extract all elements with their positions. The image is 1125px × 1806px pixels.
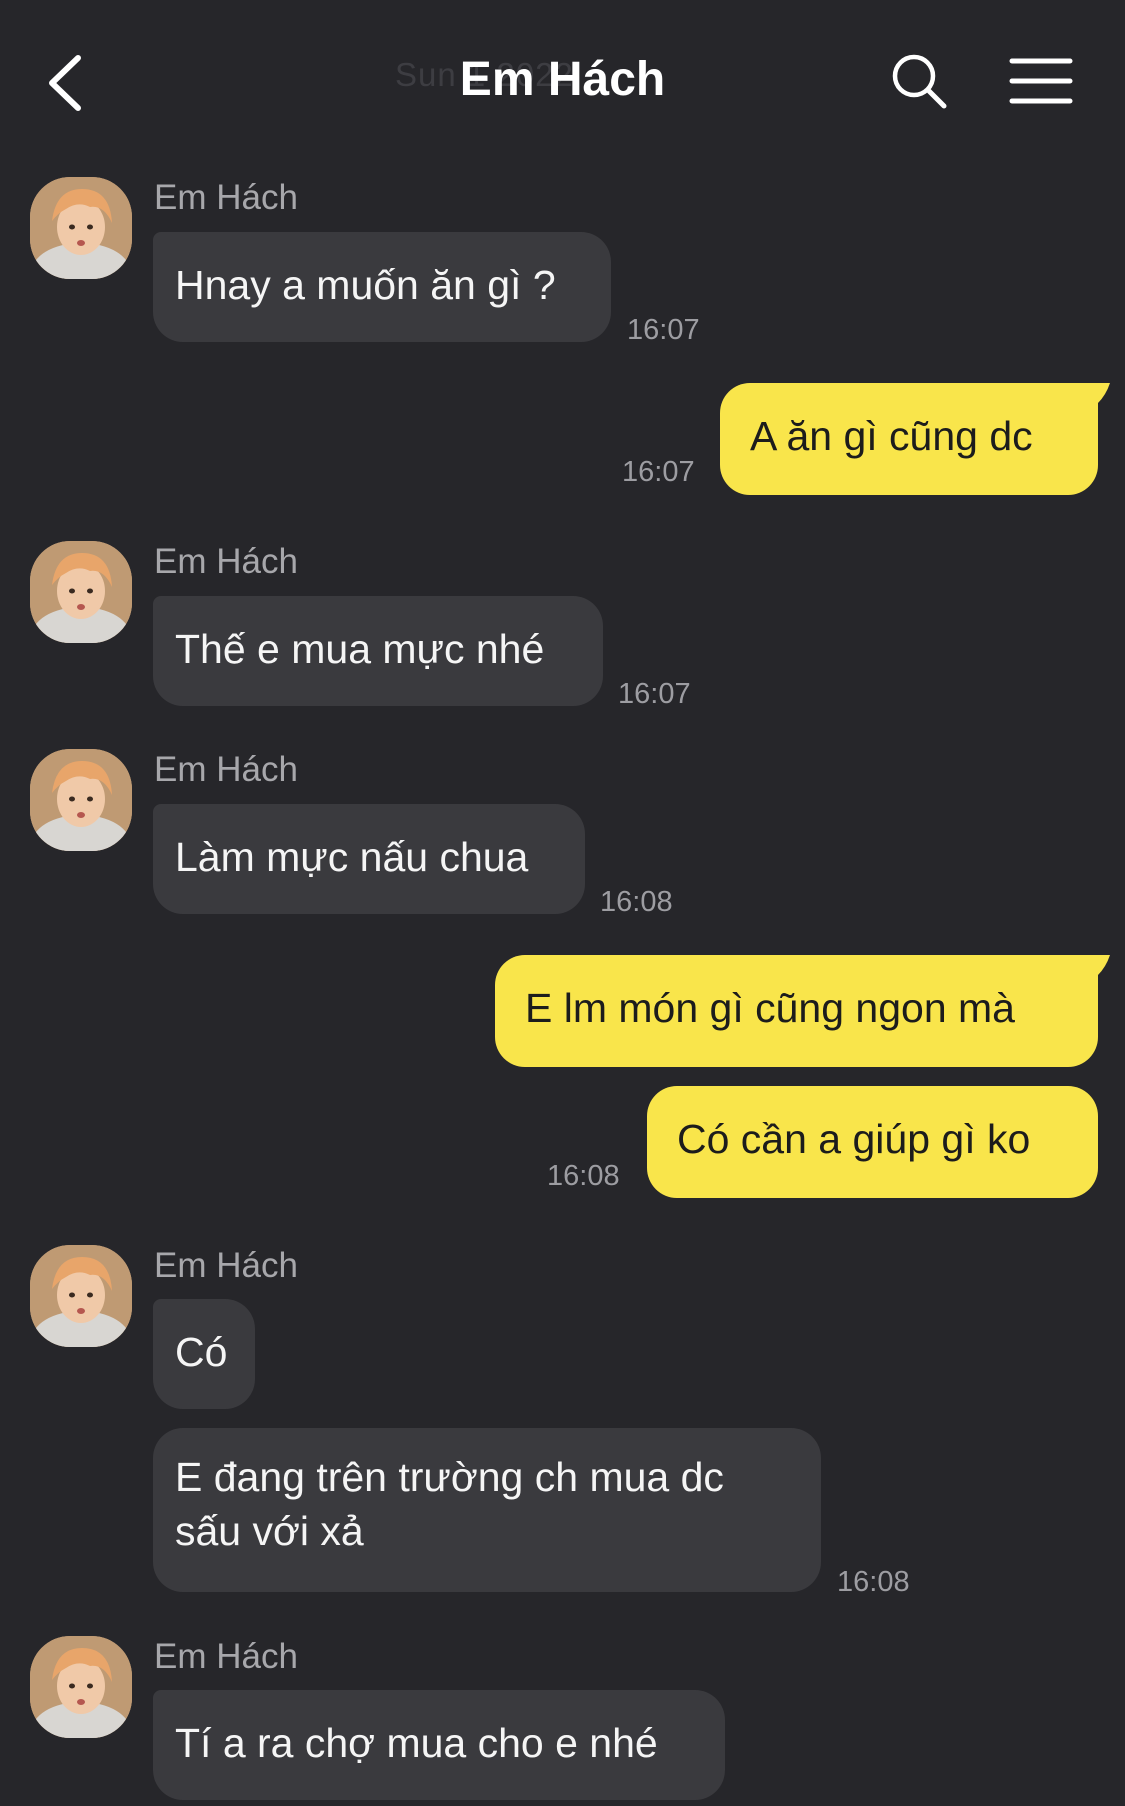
message-timestamp: 16:08: [600, 886, 673, 918]
sender-name: Em Hách: [154, 178, 298, 217]
avatar[interactable]: [30, 1636, 132, 1738]
message-timestamp: 16:08: [547, 1160, 620, 1192]
chat-title: Em Hách: [459, 53, 666, 106]
avatar[interactable]: [30, 541, 132, 643]
message-text: A ăn gì cũng dc: [750, 413, 1033, 459]
avatar[interactable]: [30, 177, 132, 279]
message-text: Làm mực nấu chua: [175, 834, 529, 880]
profile-photo-icon: [30, 1636, 132, 1738]
message-text: Thế e mua mực nhé: [175, 626, 545, 672]
outgoing-message-bubble[interactable]: A ăn gì cũng dc: [720, 383, 1098, 495]
avatar[interactable]: [30, 1245, 132, 1347]
incoming-message-bubble[interactable]: Tí a ra chợ mua cho e nhé: [153, 1690, 725, 1800]
sender-name: Em Hách: [154, 1246, 298, 1285]
profile-photo-icon: [30, 541, 132, 643]
message-timestamp: 16:08: [837, 1566, 910, 1598]
message-text: Hnay a muốn ăn gì ?: [175, 262, 556, 308]
avatar[interactable]: [30, 749, 132, 851]
profile-photo-icon: [30, 1245, 132, 1347]
incoming-message-bubble[interactable]: Thế e mua mực nhé: [153, 596, 603, 706]
sender-name: Em Hách: [154, 1637, 298, 1676]
message-text: Có cần a giúp gì ko: [677, 1116, 1031, 1162]
hamburger-menu-icon: [1009, 58, 1073, 104]
outgoing-message-bubble[interactable]: E lm món gì cũng ngon mà: [495, 955, 1098, 1067]
bubble-tail-icon: [1092, 383, 1110, 403]
message-text: E lm món gì cũng ngon mà: [525, 985, 1015, 1031]
message-text: Tí a ra chợ mua cho e nhé: [175, 1720, 658, 1766]
message-timestamp: 16:07: [622, 456, 695, 488]
incoming-message-bubble[interactable]: E đang trên trường ch mua dc sấu với xả: [153, 1428, 821, 1592]
message-text: E đang trên trường ch mua dc sấu với xả: [175, 1454, 724, 1554]
incoming-message-bubble[interactable]: Làm mực nấu chua: [153, 804, 585, 914]
search-icon: [892, 54, 947, 109]
profile-photo-icon: [30, 177, 132, 279]
chat-header: Sun 1 2022 Em Hách: [0, 0, 1125, 160]
sender-name: Em Hách: [154, 542, 298, 581]
profile-photo-icon: [30, 749, 132, 851]
incoming-message-bubble[interactable]: Hnay a muốn ăn gì ?: [153, 232, 611, 342]
outgoing-message-bubble[interactable]: Có cần a giúp gì ko: [647, 1086, 1098, 1198]
menu-button[interactable]: [1008, 56, 1074, 106]
incoming-message-bubble[interactable]: Có: [153, 1299, 255, 1409]
message-text: Có: [175, 1329, 228, 1375]
message-timestamp: 16:07: [618, 678, 691, 710]
bubble-tail-icon: [1092, 955, 1110, 975]
message-timestamp: 16:07: [627, 314, 700, 346]
sender-name: Em Hách: [154, 750, 298, 789]
search-button[interactable]: [890, 52, 948, 110]
